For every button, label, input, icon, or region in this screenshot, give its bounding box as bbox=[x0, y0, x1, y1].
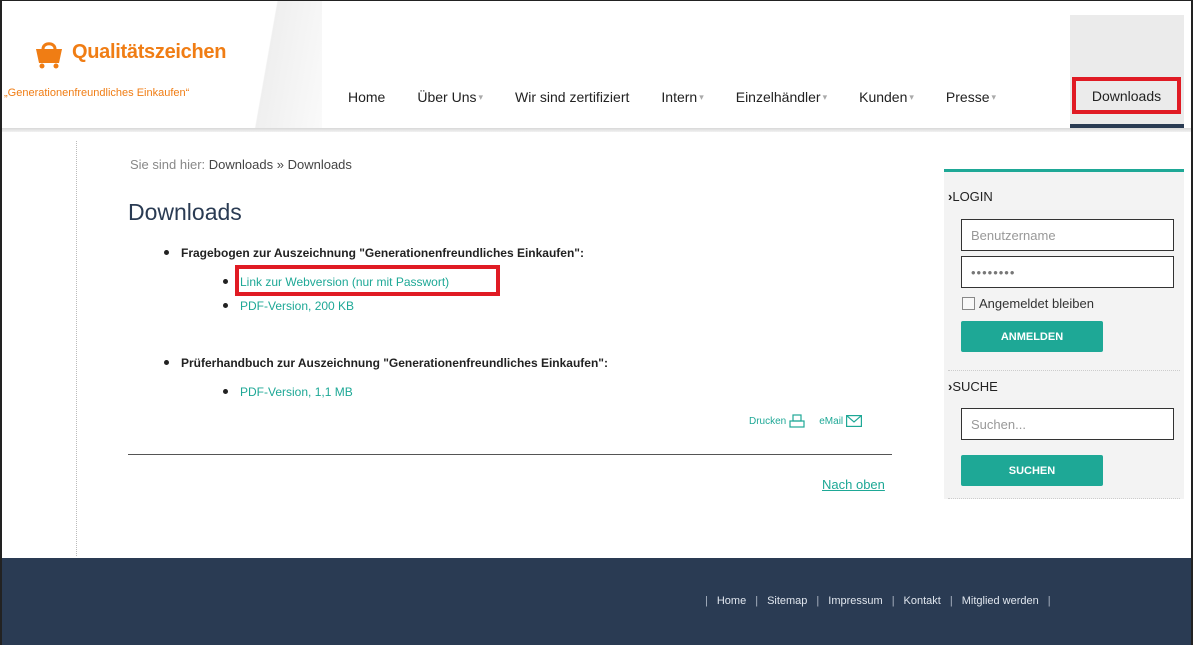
back-to-top-link[interactable]: Nach oben bbox=[822, 477, 885, 492]
utility-links: Drucken eMail bbox=[749, 414, 863, 428]
header-decoration bbox=[232, 1, 322, 128]
remember-label: Angemeldet bleiben bbox=[979, 296, 1094, 311]
bullet-icon bbox=[223, 279, 228, 285]
chevron-down-icon: ▾ bbox=[991, 91, 997, 102]
search-button[interactable]: SUCHEN bbox=[961, 455, 1103, 486]
footer-separator: | bbox=[949, 595, 953, 607]
chevron-down-icon: ▾ bbox=[909, 91, 914, 102]
nav-item-presse[interactable]: Presse ▾ bbox=[930, 89, 1012, 105]
content-separator bbox=[128, 454, 892, 455]
nav-item-downloads[interactable]: Downloads bbox=[1072, 77, 1181, 114]
password-field[interactable]: •••••••• bbox=[961, 256, 1174, 288]
checkbox-icon bbox=[962, 297, 975, 310]
site-header: Qualitätszeichen „Generationenfreundlich… bbox=[2, 1, 1191, 129]
envelope-icon bbox=[846, 415, 863, 427]
nav-label: Einzelhändler bbox=[735, 89, 821, 105]
logo-subtitle: „Generationenfreundliches Einkaufen“ bbox=[4, 87, 190, 99]
content-divider bbox=[76, 141, 77, 556]
nav-label: Intern bbox=[661, 89, 698, 105]
nav-item-einzelhaendler[interactable]: Einzelhändler ▾ bbox=[720, 89, 843, 105]
sidebar-divider bbox=[948, 498, 1180, 499]
nav-label: Über Uns bbox=[417, 89, 477, 105]
list-item: PDF-Version, 200 KB bbox=[223, 299, 354, 313]
page-frame: Qualitätszeichen „Generationenfreundlich… bbox=[0, 0, 1193, 645]
search-heading: ›SUCHE bbox=[948, 379, 998, 394]
header-shadow bbox=[2, 128, 1191, 132]
list-item: PDF-Version, 1,1 MB bbox=[223, 385, 353, 399]
nav-label: Kunden bbox=[859, 89, 908, 105]
list-item: Prüferhandbuch zur Auszeichnung "Generat… bbox=[164, 356, 608, 370]
nav-label: Wir sind zertifiziert bbox=[515, 89, 630, 105]
footer-separator: | bbox=[705, 595, 708, 607]
list-item: Fragebogen zur Auszeichnung "Generatione… bbox=[164, 246, 584, 260]
bullet-icon bbox=[223, 303, 228, 309]
bullet-icon bbox=[223, 389, 228, 395]
bullet-icon bbox=[164, 360, 169, 366]
print-label: Drucken bbox=[749, 415, 787, 427]
footer-link-home[interactable]: Home bbox=[717, 595, 746, 607]
nav-item-home[interactable]: Home bbox=[332, 89, 401, 105]
breadcrumb-link-downloads[interactable]: Downloads bbox=[209, 157, 273, 172]
pdf-link-handbuch[interactable]: PDF-Version, 1,1 MB bbox=[240, 385, 353, 399]
bullet-icon bbox=[164, 250, 169, 256]
highlight-box bbox=[235, 265, 500, 296]
nav-item-zertifiziert[interactable]: Wir sind zertifiziert bbox=[499, 89, 645, 105]
login-heading-label: LOGIN bbox=[952, 189, 993, 204]
chevron-down-icon: ▾ bbox=[822, 91, 828, 102]
footer-link-kontakt[interactable]: Kontakt bbox=[904, 595, 941, 607]
footer-links: | Home | Sitemap | Impressum | Kontakt |… bbox=[696, 595, 1060, 607]
printer-icon bbox=[789, 414, 805, 428]
footer-separator: | bbox=[755, 595, 759, 607]
pdf-link-fragebogen[interactable]: PDF-Version, 200 KB bbox=[240, 299, 354, 313]
footer-separator: | bbox=[1047, 595, 1051, 607]
remember-me-checkbox[interactable]: Angemeldet bleiben bbox=[962, 296, 1094, 311]
search-heading-label: SUCHE bbox=[952, 379, 998, 394]
search-input[interactable]: Suchen... bbox=[961, 408, 1174, 440]
chevron-down-icon: ▾ bbox=[478, 91, 484, 102]
nav-item-ueber-uns[interactable]: Über Uns ▾ bbox=[401, 89, 499, 105]
chevron-down-icon: ▾ bbox=[699, 91, 704, 102]
sidebar-divider bbox=[948, 370, 1180, 371]
nav-item-intern[interactable]: Intern ▾ bbox=[645, 89, 719, 105]
login-heading: ›LOGIN bbox=[948, 189, 993, 204]
shopping-basket-icon bbox=[36, 42, 62, 69]
footer-link-impressum[interactable]: Impressum bbox=[828, 595, 882, 607]
footer-separator: | bbox=[816, 595, 820, 607]
breadcrumb-current: Downloads bbox=[287, 157, 352, 172]
section-heading: Prüferhandbuch zur Auszeichnung "Generat… bbox=[181, 356, 608, 370]
username-field[interactable]: Benutzername bbox=[961, 219, 1174, 251]
section-heading: Fragebogen zur Auszeichnung "Generatione… bbox=[181, 246, 584, 260]
breadcrumb-prefix: Sie sind hier: bbox=[130, 157, 206, 172]
footer-link-mitglied[interactable]: Mitglied werden bbox=[962, 595, 1039, 607]
page-title: Downloads bbox=[128, 199, 242, 225]
main-navigation: Home Über Uns ▾ Wir sind zertifiziert Int… bbox=[332, 79, 1012, 115]
print-link[interactable]: Drucken bbox=[749, 414, 805, 428]
sidebar: ›LOGIN Benutzername •••••••• Angemeldet … bbox=[944, 169, 1184, 499]
logo-title: Qualitätszeichen bbox=[72, 41, 227, 63]
breadcrumb-separator: » bbox=[276, 157, 284, 172]
footer-separator: | bbox=[891, 595, 895, 607]
email-link[interactable]: eMail bbox=[819, 415, 863, 427]
nav-label: Home bbox=[348, 89, 386, 105]
nav-label: Presse bbox=[945, 89, 990, 105]
email-label: eMail bbox=[819, 415, 844, 427]
footer-link-sitemap[interactable]: Sitemap bbox=[767, 595, 807, 607]
breadcrumb: Sie sind hier: Downloads » Downloads bbox=[130, 157, 352, 172]
nav-item-kunden[interactable]: Kunden ▾ bbox=[843, 89, 930, 105]
login-button[interactable]: ANMELDEN bbox=[961, 321, 1103, 352]
